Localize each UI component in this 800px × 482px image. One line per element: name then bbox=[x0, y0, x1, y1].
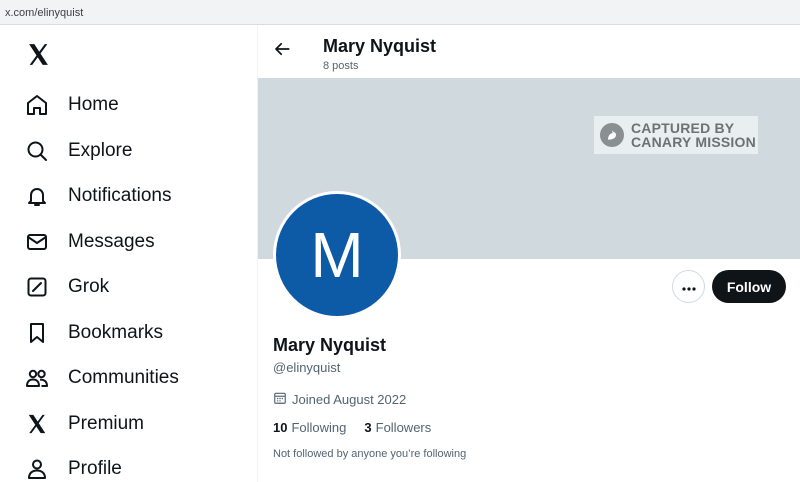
sidebar-item-bookmarks[interactable]: Bookmarks bbox=[16, 313, 246, 353]
follow-stats: 10 Following 3 Followers bbox=[273, 420, 449, 435]
sidebar-item-notifications[interactable]: Notifications bbox=[16, 176, 246, 216]
follow-button[interactable]: Follow bbox=[712, 270, 786, 303]
sidebar-item-home[interactable]: Home bbox=[16, 85, 246, 125]
followed-by-note: Not followed by anyone you’re following bbox=[273, 448, 467, 460]
followers-link[interactable]: 3 Followers bbox=[364, 420, 431, 435]
watermark-badge: CAPTURED BY CANARY MISSION bbox=[594, 116, 758, 154]
profile-header: Mary Nyquist 8 posts bbox=[258, 25, 800, 78]
sidebar-item-profile[interactable]: Profile bbox=[16, 449, 246, 482]
sidebar-item-label: Profile bbox=[68, 458, 122, 479]
sidebar-item-premium[interactable]: Premium bbox=[16, 404, 246, 444]
bell-icon bbox=[24, 183, 50, 209]
sidebar-item-label: Messages bbox=[68, 231, 155, 252]
following-label: Following bbox=[291, 420, 347, 435]
watermark-line: CAPTURED BY bbox=[631, 120, 735, 136]
sidebar-item-communities[interactable]: Communities bbox=[16, 358, 246, 398]
avatar[interactable]: M bbox=[273, 191, 401, 319]
canary-bird-icon bbox=[600, 123, 624, 147]
home-icon bbox=[24, 92, 50, 118]
following-count: 10 bbox=[273, 420, 288, 435]
search-icon bbox=[24, 138, 50, 164]
bookmark-icon bbox=[24, 320, 50, 346]
joined-text: Joined August 2022 bbox=[292, 392, 407, 407]
sidebar-item-label: Communities bbox=[68, 367, 179, 388]
envelope-icon bbox=[24, 229, 50, 255]
following-link[interactable]: 10 Following bbox=[273, 420, 346, 435]
sidebar: Home Explore Notifications Messages Grok bbox=[0, 25, 258, 482]
sidebar-nav: Home Explore Notifications Messages Grok bbox=[0, 25, 258, 482]
person-icon bbox=[24, 456, 50, 482]
page-title: Mary Nyquist bbox=[323, 36, 437, 56]
post-count: 8 posts bbox=[323, 60, 359, 72]
watermark-line: CANARY MISSION bbox=[631, 134, 756, 150]
more-options-button[interactable] bbox=[672, 270, 705, 303]
avatar-letter: M bbox=[276, 194, 398, 316]
sidebar-item-label: Bookmarks bbox=[68, 322, 164, 343]
x-logo-icon bbox=[24, 411, 50, 437]
calendar-icon bbox=[273, 391, 287, 408]
profile-main: Mary Nyquist 8 posts CAPTURED BY CANARY … bbox=[258, 25, 800, 482]
joined-date: Joined August 2022 bbox=[273, 391, 406, 408]
sidebar-item-label: Explore bbox=[68, 140, 133, 161]
sidebar-item-label: Grok bbox=[68, 276, 110, 297]
sidebar-item-label: Home bbox=[68, 94, 119, 115]
sidebar-item-explore[interactable]: Explore bbox=[16, 131, 246, 171]
display-name: Mary Nyquist bbox=[273, 335, 387, 355]
sidebar-item-label: Premium bbox=[68, 413, 145, 434]
grok-icon bbox=[24, 274, 50, 300]
handle: @elinyquist bbox=[273, 360, 341, 375]
followers-count: 3 bbox=[364, 420, 372, 435]
sidebar-item-label: Notifications bbox=[68, 185, 172, 206]
url-text: x.com/elinyquist bbox=[5, 7, 84, 19]
watermark-text: CAPTURED BY CANARY MISSION bbox=[631, 121, 756, 149]
followers-label: Followers bbox=[375, 420, 432, 435]
more-icon bbox=[681, 278, 696, 296]
people-icon bbox=[24, 365, 50, 391]
address-bar[interactable]: x.com/elinyquist bbox=[0, 0, 800, 25]
arrow-left-icon bbox=[273, 40, 291, 63]
sidebar-item-messages[interactable]: Messages bbox=[16, 222, 246, 262]
sidebar-item-grok[interactable]: Grok bbox=[16, 267, 246, 307]
back-button[interactable] bbox=[270, 39, 294, 63]
